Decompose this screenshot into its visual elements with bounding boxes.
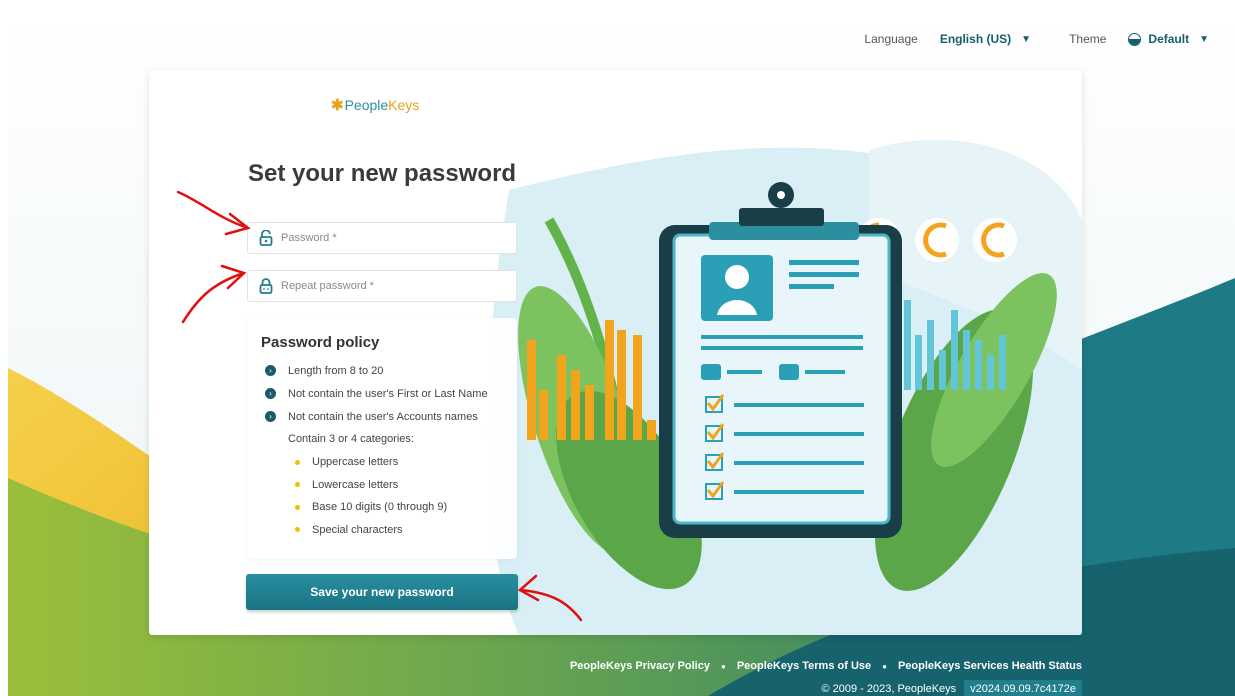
- policy-rule: › Length from 8 to 20: [261, 359, 503, 382]
- caret-down-icon: ▼: [1021, 33, 1032, 45]
- password-policy-panel: Password policy › Length from 8 to 20 › …: [247, 318, 517, 559]
- chevron-right-icon: ›: [265, 411, 276, 422]
- save-password-button[interactable]: Save your new password: [246, 574, 518, 610]
- repeat-password-field[interactable]: [247, 270, 517, 302]
- policy-title: Password policy: [261, 334, 380, 351]
- logo-text-people: People: [344, 97, 389, 113]
- chevron-right-icon: ›: [265, 365, 276, 376]
- separator-dot: ●: [720, 661, 726, 671]
- category-text: Uppercase letters: [312, 456, 399, 469]
- category-text: Lowercase letters: [312, 478, 399, 491]
- language-label: Language: [864, 32, 918, 46]
- policy-rule-text: Length from 8 to 20: [288, 364, 384, 377]
- category-text: Special characters: [312, 523, 403, 536]
- terms-of-use-link[interactable]: PeopleKeys Terms of Use: [737, 660, 871, 672]
- page-title: Set your new password: [248, 160, 517, 187]
- bullet-dot-icon: [295, 527, 300, 533]
- footer-copyright-row: © 2009 - 2023, PeopleKeys v2024.09.09.7c…: [570, 680, 1082, 696]
- privacy-policy-link[interactable]: PeopleKeys Privacy Policy: [570, 660, 710, 672]
- chevron-right-icon: ›: [265, 388, 276, 399]
- lock-open-icon: [259, 230, 273, 246]
- top-bar: Language English (US) ▼ Theme Default ▼: [864, 32, 1209, 46]
- language-select[interactable]: English (US) ▼: [940, 32, 1031, 46]
- bullet-dot-icon: [295, 504, 300, 510]
- logo-text-keys: Keys: [388, 97, 420, 113]
- repeat-password-input[interactable]: [279, 279, 503, 293]
- health-status-link[interactable]: PeopleKeys Services Health Status: [898, 660, 1082, 672]
- footer: PeopleKeys Privacy Policy ● PeopleKeys T…: [570, 660, 1082, 696]
- bullet-dot-icon: [295, 459, 300, 465]
- page-frame: Language English (US) ▼ Theme Default ▼: [8, 8, 1235, 696]
- policy-rule-text: Not contain the user's Accounts names: [288, 410, 478, 423]
- footer-links: PeopleKeys Privacy Policy ● PeopleKeys T…: [570, 660, 1082, 672]
- policy-rule: › Not contain the user's Accounts names: [261, 405, 503, 428]
- bullet-dot-icon: [295, 482, 300, 488]
- peoplekeys-logo: ✱ People Keys: [331, 96, 419, 114]
- language-value: English (US): [939, 32, 1012, 46]
- category-item: Uppercase letters: [261, 451, 503, 474]
- version-badge: v2024.09.09.7c4172e: [964, 680, 1082, 696]
- theme-value: Default: [1148, 32, 1190, 46]
- category-item: Base 10 digits (0 through 9): [261, 496, 503, 519]
- password-input[interactable]: [279, 231, 503, 245]
- theme-label: Theme: [1069, 32, 1107, 46]
- login-card: ✱ People Keys Set your new password Passw…: [149, 70, 1082, 635]
- policy-rule-text: Not contain the user's First or Last Nam…: [288, 387, 488, 400]
- half-circle-icon: [1128, 32, 1142, 46]
- logo-figures-icon: ✱: [331, 97, 344, 114]
- theme-select[interactable]: Default ▼: [1128, 32, 1209, 46]
- separator-dot: ●: [882, 661, 887, 671]
- password-field[interactable]: [247, 222, 517, 254]
- category-item: Special characters: [261, 519, 503, 542]
- categories-intro: Contain 3 or 4 categories:: [288, 433, 414, 445]
- category-text: Base 10 digits (0 through 9): [312, 501, 448, 514]
- lock-icon: [259, 278, 273, 294]
- caret-down-icon: ▼: [1199, 33, 1209, 45]
- copyright-text: © 2009 - 2023, PeopleKeys: [821, 683, 957, 695]
- policy-rule: › Not contain the user's First or Last N…: [261, 382, 503, 405]
- category-item: Lowercase letters: [261, 474, 503, 497]
